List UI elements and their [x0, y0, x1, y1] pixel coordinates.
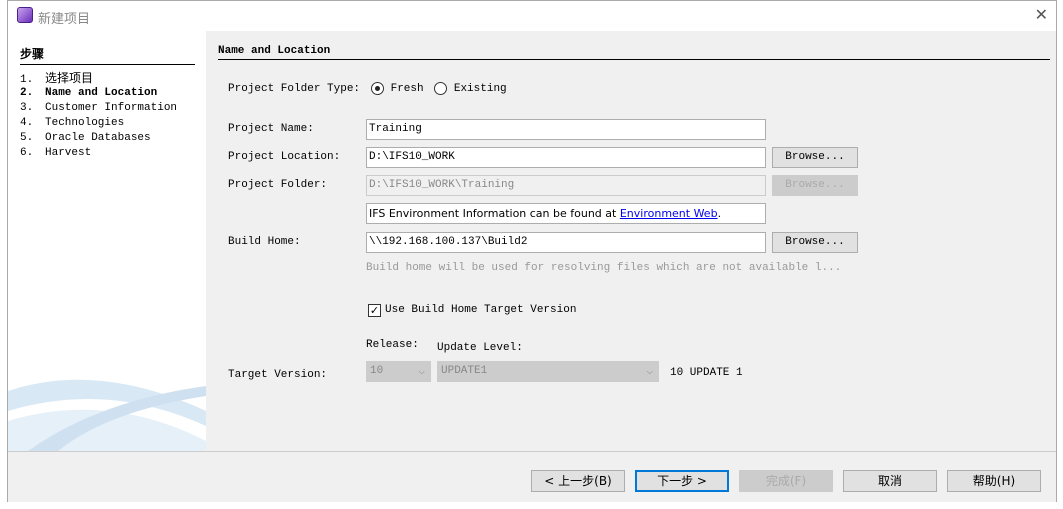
chevron-down-icon: ⌵: [418, 366, 425, 378]
step-label: Name and Location: [45, 87, 158, 99]
build-home-input[interactable]: \\192.168.100.137\Build2: [366, 232, 766, 253]
step-num: 6.: [20, 147, 34, 159]
folder-type-label: Project Folder Type:: [228, 83, 361, 95]
help-button[interactable]: 帮助(H): [947, 470, 1041, 492]
release-select: 10 ⌵: [366, 361, 431, 382]
folder-type-radio-group: Fresh Existing: [371, 82, 507, 95]
title-bar: 新建项目 ✕: [8, 1, 1056, 31]
step-label: Oracle Databases: [45, 132, 151, 144]
step-num: 3.: [20, 102, 34, 114]
browse-folder-button: Browse...: [772, 175, 858, 196]
release-label: Release:: [366, 339, 419, 351]
step-item: 6. Harvest: [20, 146, 177, 161]
build-home-label: Build Home:: [228, 236, 301, 248]
step-item: 1. 选择项目: [20, 71, 177, 86]
step-label: Technologies: [45, 117, 125, 129]
decorative-swoosh-graphic: [8, 379, 206, 451]
build-home-hint: Build home will be used for resolving fi…: [366, 262, 842, 274]
update-level-value: UPDATE1: [441, 365, 488, 377]
update-level-label: Update Level:: [437, 342, 523, 354]
project-location-label: Project Location:: [228, 151, 341, 163]
step-item: 3. Customer Information: [20, 101, 177, 116]
window-title: 新建项目: [38, 12, 91, 27]
panel-title: Name and Location: [218, 45, 1050, 60]
step-item-current: 2. Name and Location: [20, 86, 177, 101]
step-item: 4. Technologies: [20, 116, 177, 131]
app-cube-icon: [17, 7, 33, 23]
use-target-version-label: Use Build Home Target Version: [385, 304, 577, 316]
close-icon[interactable]: ✕: [1035, 5, 1048, 24]
fresh-label: Fresh: [390, 83, 424, 96]
finish-button: 完成(F): [739, 470, 833, 492]
env-info-tail: .: [717, 207, 722, 220]
next-button[interactable]: 下一步 >: [635, 470, 729, 492]
project-location-input[interactable]: D:\IFS10_WORK: [366, 147, 766, 168]
existing-radio[interactable]: Existing: [434, 82, 507, 96]
release-value: 10: [370, 365, 384, 377]
dialog-footer: < 上一步(B) 下一步 > 完成(F) 取消 帮助(H): [8, 451, 1056, 502]
existing-label: Existing: [453, 83, 507, 96]
use-target-version-checkbox[interactable]: ✓: [368, 304, 381, 317]
project-name-input[interactable]: Training: [366, 119, 766, 140]
back-button[interactable]: < 上一步(B): [531, 470, 625, 492]
step-item: 5. Oracle Databases: [20, 131, 177, 146]
step-num: 4.: [20, 117, 34, 129]
steps-header: 步骤: [20, 45, 195, 65]
project-folder-input: D:\IFS10_WORK\Training: [366, 175, 766, 196]
environment-web-link[interactable]: Environment Web: [620, 207, 718, 220]
update-level-select: UPDATE1 ⌵: [437, 361, 659, 382]
step-label: Harvest: [45, 147, 92, 159]
project-folder-label: Project Folder:: [228, 179, 328, 191]
steps-panel: 步骤 1. 选择项目 2. Name and Location 3. Customer…: [8, 31, 206, 451]
browse-build-home-button[interactable]: Browse...: [772, 232, 858, 253]
cancel-button[interactable]: 取消: [843, 470, 937, 492]
environment-info-box: IFS Environment Information can be found…: [366, 203, 766, 224]
fresh-radio[interactable]: Fresh: [371, 82, 424, 96]
step-num: 5.: [20, 132, 34, 144]
steps-list: 1. 选择项目 2. Name and Location 3. Customer In…: [20, 71, 177, 161]
target-version-label: Target Version:: [228, 369, 328, 381]
step-label: Customer Information: [45, 102, 178, 114]
step-label: 选择项目: [45, 71, 94, 85]
chevron-down-icon: ⌵: [646, 366, 653, 378]
project-name-label: Project Name:: [228, 123, 314, 135]
new-project-dialog: 新建项目 ✕ 步骤 1. 选择项目 2. Name and Location 3. C…: [7, 0, 1057, 502]
step-num: 2.: [20, 87, 34, 99]
browse-location-button[interactable]: Browse...: [772, 147, 858, 168]
name-location-panel: Name and Location Project Folder Type: F…: [206, 31, 1056, 451]
env-info-text: IFS Environment Information can be found…: [369, 207, 620, 220]
target-version-text: 10 UPDATE 1: [670, 367, 743, 379]
